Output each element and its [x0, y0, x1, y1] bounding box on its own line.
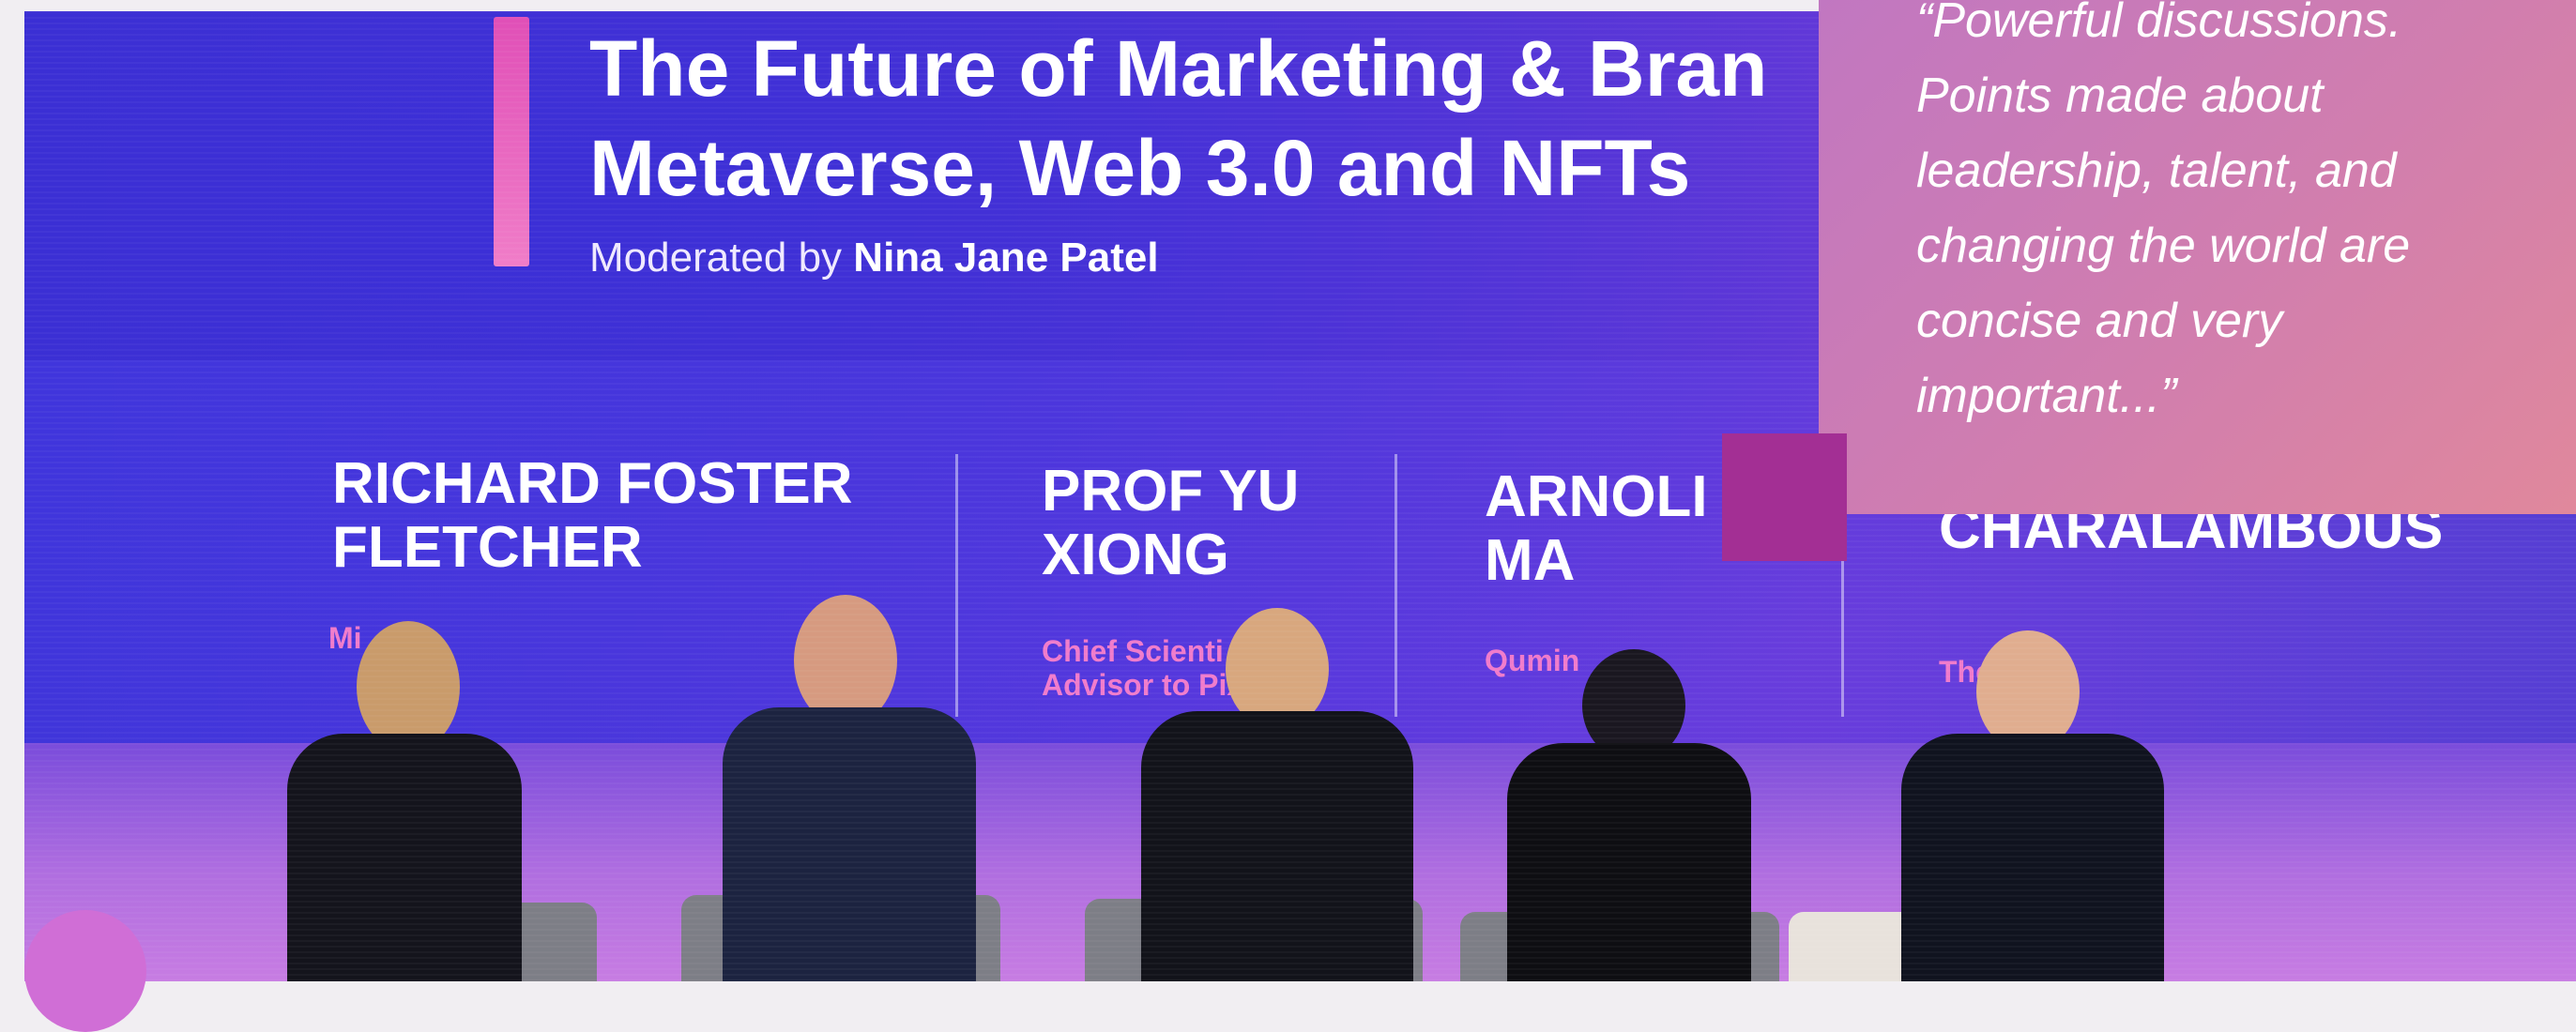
- quote-line-1: “Powerful discussions.: [1916, 0, 2402, 48]
- panelist-1-head: [357, 621, 460, 752]
- panelist-1: [259, 621, 597, 981]
- title-line-1: The Future of Marketing & Bran: [589, 24, 1768, 113]
- panelist-3-body: [1141, 711, 1413, 981]
- accent-square: [1722, 433, 1847, 561]
- speaker-name-3: ARNOLI MA: [1485, 465, 1708, 593]
- testimonial-quote: “Powerful discussions. Points made about…: [1916, 0, 2554, 433]
- panelist-5-body: [1901, 734, 2164, 981]
- speaker-2-line-1: PROF YU: [1042, 459, 1300, 524]
- quote-line-4: changing the world are: [1916, 219, 2411, 273]
- panelist-3: [1085, 608, 1432, 981]
- title-accent-bar: [494, 17, 529, 266]
- speaker-1-line-2: FLETCHER: [332, 515, 643, 580]
- panelist-4-body: [1507, 743, 1751, 981]
- speaker-1-line-1: RICHARD FOSTER: [332, 451, 853, 516]
- panelist-1-body: [287, 734, 522, 981]
- panelist-2: [681, 595, 1010, 981]
- speaker-3-line-2: MA: [1485, 528, 1576, 593]
- panelist-4: [1432, 649, 1789, 981]
- speaker-name-2: PROF YU XIONG: [1042, 460, 1299, 587]
- testimonial-card: “Powerful discussions. Points made about…: [1819, 0, 2576, 514]
- speaker-3-line-1: ARNOLI: [1485, 464, 1708, 529]
- panelist-2-head: [794, 595, 897, 726]
- quote-line-5: concise and very: [1916, 294, 2283, 348]
- quote-line-3: leadership, talent, and: [1916, 144, 2397, 198]
- quote-line-2: Points made about: [1916, 68, 2324, 123]
- moderator-line: Moderated by Nina Jane Patel: [589, 235, 1159, 281]
- moderated-label: Moderated by: [589, 235, 843, 281]
- panelist-2-body: [723, 707, 976, 981]
- corner-decoration: [24, 910, 146, 1032]
- session-title: The Future of Marketing & Bran Metaverse…: [589, 19, 1903, 218]
- speaker-2-line-2: XIONG: [1042, 523, 1229, 587]
- moderator-name: Nina Jane Patel: [853, 235, 1159, 281]
- title-line-2: Metaverse, Web 3.0 and NFTs: [589, 124, 1691, 212]
- quote-line-6: important...”: [1916, 369, 2177, 423]
- panelist-5: [1789, 630, 2183, 981]
- speaker-name-1: RICHARD FOSTER FLETCHER: [332, 452, 853, 580]
